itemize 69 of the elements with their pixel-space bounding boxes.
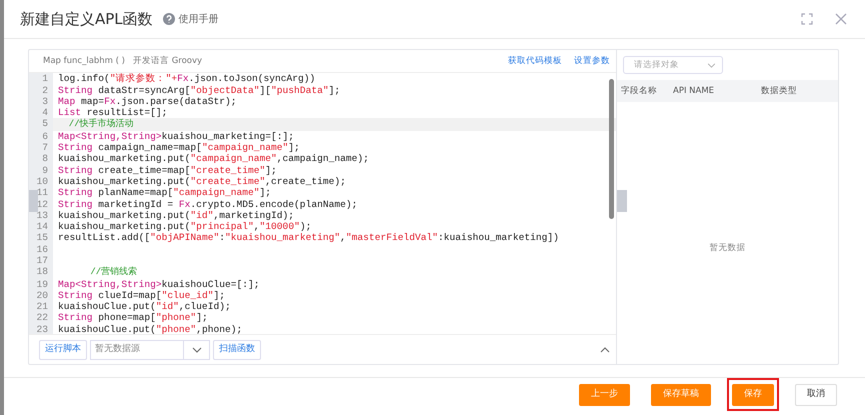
- code-line: kuaishou_marketing.put("campaign_name",campaign_name);: [57, 153, 369, 165]
- expand-handle[interactable]: [29, 190, 38, 212]
- code-line: String dataStr=syncArg["objectData"]["pushData"];: [57, 84, 340, 96]
- code-line: String create_time=map["create_time"];: [57, 164, 277, 176]
- run-script-button[interactable]: 运行脚本: [39, 340, 87, 360]
- code-line: kuaishou_marketing.put("create_time",create_time);: [57, 176, 346, 188]
- code-line: resultList.add(["objAPIName":"kuaishou_marketing","masterFieldVal":kuaishou_marketing]): [57, 232, 559, 244]
- code-line: String campaign_name=map["campaign_name"];: [57, 142, 300, 154]
- code-line: //营销线索: [89, 266, 138, 279]
- scan-functions-button[interactable]: 扫描函数: [213, 340, 261, 360]
- collapse-handle[interactable]: [617, 190, 627, 212]
- column-header: 数据类型: [761, 86, 797, 96]
- code-line: List resultList=[];: [57, 107, 168, 118]
- code-line: kuaishouClue.put("id",clueId);: [57, 301, 231, 312]
- language-label: 开发语言 Groovy: [133, 54, 202, 68]
- caret-icon: [192, 346, 202, 353]
- line-number: 10: [29, 176, 53, 188]
- editor-link[interactable]: 获取代码模板: [508, 54, 562, 68]
- footer-button[interactable]: 保存草稿: [651, 384, 711, 406]
- fullscreen-icon[interactable]: [801, 13, 813, 26]
- line-number: 19: [29, 278, 53, 290]
- line-number: 20: [29, 290, 53, 302]
- code-line: //快手市场活动: [68, 118, 134, 131]
- code-line: Map<String,String>kuaishouClue=[:];: [57, 278, 260, 290]
- datasource-select[interactable]: 暂无数据源: [90, 340, 210, 360]
- line-number: 9: [29, 164, 53, 176]
- line-number: 1: [29, 73, 53, 85]
- code-line: String marketingId = Fx.crypto.MD5.encode(planName);: [57, 198, 358, 210]
- line-number: 5: [29, 118, 53, 131]
- code-line: String phone=map["phone"];: [57, 312, 208, 324]
- line-number: 4: [29, 107, 53, 118]
- help-link[interactable]: 使用手册: [162, 12, 219, 27]
- footer-button[interactable]: 取消: [795, 384, 837, 406]
- help-icon: [162, 13, 175, 26]
- code-line: String planName=map["campaign_name"];: [57, 187, 272, 199]
- code-line: String clueId=map["clue_id"];: [57, 290, 225, 302]
- code-line: kuaishou_marketing.put("id",marketingId);: [57, 210, 294, 222]
- column-header: 字段名称: [621, 86, 657, 96]
- code-line: kuaishou_marketing.put("principal","10000");: [57, 221, 312, 232]
- dialog-title: 新建自定义APL函数: [20, 8, 153, 30]
- line-number: 3: [29, 96, 53, 108]
- close-icon[interactable]: [835, 13, 847, 26]
- code-line: log.info("请求参数："+Fx.json.toJson(syncArg)): [57, 73, 316, 85]
- scrollbar[interactable]: [609, 79, 614, 220]
- line-number: 21: [29, 301, 53, 312]
- empty-message: 暂无数据: [710, 242, 746, 255]
- line-number: 17: [29, 255, 53, 266]
- line-number: 2: [29, 84, 53, 96]
- line-number: 7: [29, 142, 53, 154]
- code-line: Map map=Fx.json.parse(dataStr);: [57, 96, 236, 108]
- line-number: 18: [29, 266, 53, 279]
- line-number: 8: [29, 153, 53, 165]
- footer-button[interactable]: 上一步: [579, 384, 630, 406]
- editor-link[interactable]: 设置参数: [574, 54, 610, 68]
- code-editor[interactable]: [29, 72, 616, 334]
- line-number: 15: [29, 232, 53, 244]
- function-signature: Map func_labhm ( ): [43, 54, 125, 68]
- line-number: 22: [29, 312, 53, 324]
- line-number: 16: [29, 244, 53, 255]
- code-line: Map<String,String>kuaishou_marketing=[:];: [57, 130, 294, 142]
- caret-icon: [707, 62, 716, 68]
- line-number: 14: [29, 221, 53, 232]
- line-number: 6: [29, 130, 53, 142]
- object-select[interactable]: 请选择对象: [623, 56, 723, 74]
- line-number: 23: [29, 324, 53, 334]
- collapse-icon[interactable]: [600, 346, 610, 353]
- code-line: kuaishouClue.put("phone",phone);: [57, 324, 242, 334]
- column-header: API NAME: [673, 86, 714, 96]
- footer-button[interactable]: 保存: [732, 384, 774, 406]
